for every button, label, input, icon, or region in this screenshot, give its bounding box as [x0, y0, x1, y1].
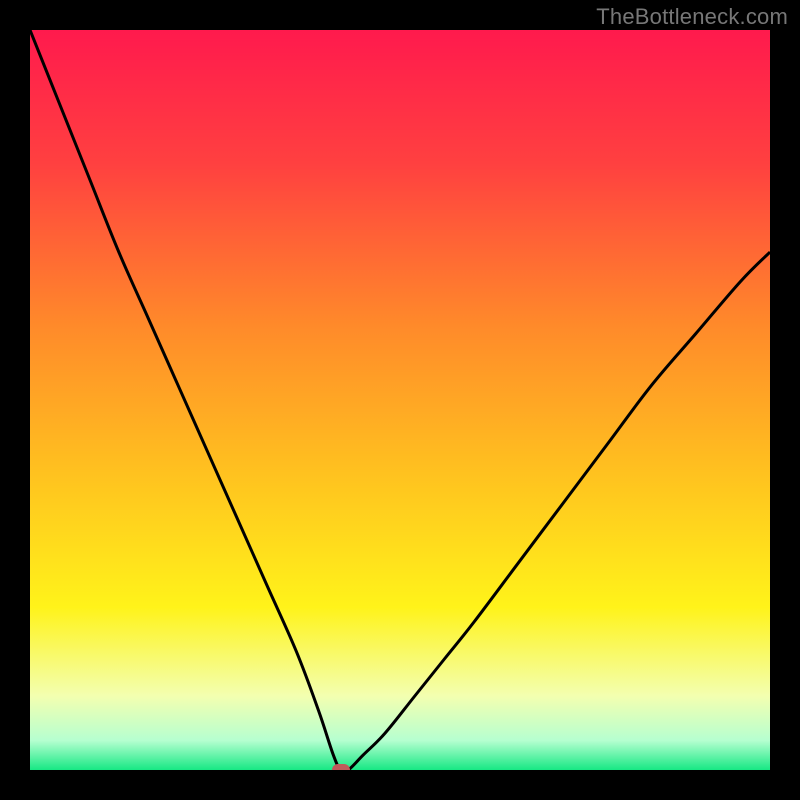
- chart-frame: TheBottleneck.com: [0, 0, 800, 800]
- watermark-text: TheBottleneck.com: [596, 4, 788, 30]
- curve-layer: [30, 30, 770, 770]
- optimal-point-marker: [332, 764, 350, 770]
- plot-area: [30, 30, 770, 770]
- bottleneck-curve: [30, 30, 770, 770]
